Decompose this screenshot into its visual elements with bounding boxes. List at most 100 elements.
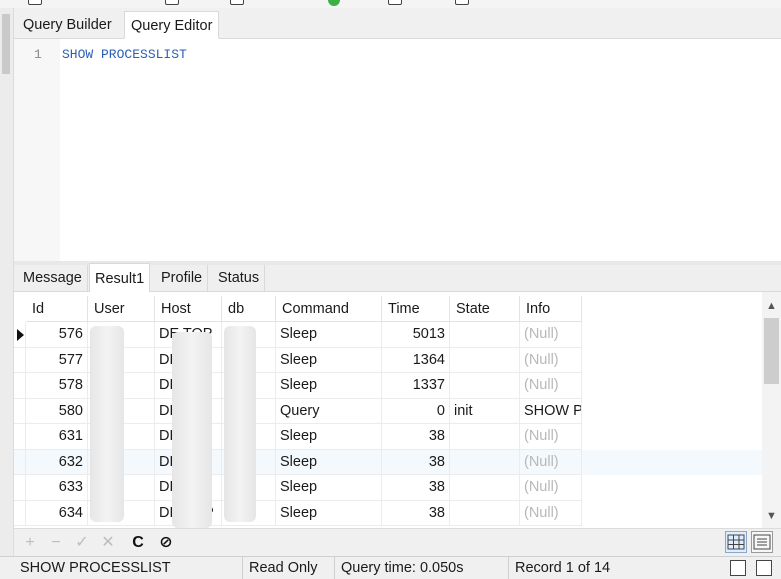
tab-message[interactable]: Message — [18, 265, 88, 292]
tab-profile[interactable]: Profile — [156, 265, 209, 292]
column-header[interactable]: Time — [382, 296, 450, 322]
column-header[interactable]: Info — [520, 296, 582, 322]
table-row[interactable]: 634roDES OPp sSleep38(Null) — [14, 500, 762, 526]
panel-left-icon[interactable] — [730, 560, 746, 576]
table-cell-id[interactable]: 634 — [26, 500, 88, 526]
table-row[interactable]: 578rDE TSleep1337(Null) — [14, 373, 762, 399]
table-cell-info[interactable]: (Null) — [520, 424, 582, 450]
table-row[interactable]: 577r tDE Tp sSleep1364(Null) — [14, 347, 762, 373]
row-indicator[interactable] — [14, 475, 26, 501]
editor-tab-bar: Query Builder Query Editor — [14, 8, 781, 39]
table-row[interactable]: 632 DE Sleep 38 (Null) — [14, 449, 762, 475]
tab-query-builder[interactable]: Query Builder — [17, 11, 118, 39]
table-cell-info[interactable]: (Null) — [520, 500, 582, 526]
redacted-region — [172, 332, 212, 528]
table-cell-state[interactable] — [450, 424, 520, 450]
table-cell-id[interactable]: 578 — [26, 373, 88, 399]
left-scrollbar[interactable] — [0, 8, 14, 557]
row-indicator[interactable] — [14, 398, 26, 424]
apply-changes-icon[interactable]: ✓ — [72, 532, 92, 554]
row-indicator[interactable] — [14, 449, 26, 475]
row-indicator[interactable] — [14, 373, 26, 399]
table-cell-info[interactable]: (Null) — [520, 449, 582, 475]
table-cell-time[interactable]: 38 — [382, 424, 450, 450]
tab-query-editor[interactable]: Query Editor — [124, 11, 220, 39]
table-cell-id[interactable]: 580 — [26, 398, 88, 424]
line-number-gutter: 1 — [14, 39, 60, 261]
tab-status[interactable]: Status — [213, 265, 266, 292]
column-header[interactable]: db — [222, 296, 276, 322]
toolbar-icon[interactable] — [230, 0, 244, 5]
add-record-icon[interactable]: + — [20, 532, 40, 554]
toolbar-icon[interactable] — [28, 0, 42, 5]
table-cell-id[interactable]: 631 — [26, 424, 88, 450]
stop-icon[interactable]: ⊘ — [156, 532, 176, 554]
row-indicator[interactable] — [14, 500, 26, 526]
grid-view-icon[interactable] — [725, 531, 747, 553]
table-row[interactable]: 580DE TQuery0initSHOW PI — [14, 398, 762, 424]
delete-record-icon[interactable]: − — [46, 532, 66, 554]
scroll-down-icon[interactable]: ▼ — [762, 506, 781, 526]
table-cell-time[interactable]: 5013 — [382, 322, 450, 348]
row-indicator[interactable] — [14, 424, 26, 450]
vertical-scrollbar[interactable]: ▲ ▼ — [762, 292, 781, 528]
scroll-thumb[interactable] — [2, 14, 10, 74]
toolbar-icon[interactable] — [455, 0, 469, 5]
form-view-icon[interactable] — [751, 531, 773, 553]
table-cell-info[interactable]: (Null) — [520, 373, 582, 399]
discard-changes-icon[interactable]: ✕ — [98, 532, 118, 554]
table-cell-id[interactable]: 633 — [26, 475, 88, 501]
table-cell-command[interactable]: Query — [276, 398, 382, 424]
column-header[interactable]: Command — [276, 296, 382, 322]
table-cell-info[interactable]: (Null) — [520, 475, 582, 501]
toolbar-icon[interactable] — [165, 0, 179, 5]
table-cell-info[interactable]: (Null) — [520, 347, 582, 373]
row-indicator[interactable] — [14, 322, 26, 348]
table-row[interactable]: 576DE TOPdsSleep5013(Null) — [14, 322, 762, 348]
column-header[interactable]: State — [450, 296, 520, 322]
table-cell-time[interactable]: 38 — [382, 449, 450, 475]
table-cell-time[interactable]: 38 — [382, 475, 450, 501]
row-indicator[interactable] — [14, 347, 26, 373]
refresh-icon[interactable]: C — [128, 532, 148, 554]
column-header[interactable]: Id — [32, 301, 44, 317]
table-cell-command[interactable]: Sleep — [276, 424, 382, 450]
run-icon[interactable] — [328, 0, 340, 6]
table-cell-state[interactable] — [450, 322, 520, 348]
table-cell-state[interactable] — [450, 347, 520, 373]
table-cell-info[interactable]: SHOW PI — [520, 398, 582, 424]
table-cell-state[interactable] — [450, 500, 520, 526]
table-cell-time[interactable]: 0 — [382, 398, 450, 424]
table-cell-state[interactable]: init — [450, 398, 520, 424]
code-line[interactable]: SHOW PROCESSLIST — [62, 47, 187, 62]
sql-editor[interactable]: 1 SHOW PROCESSLIST — [14, 39, 781, 261]
table-cell-id[interactable]: 576 — [26, 322, 88, 348]
table-cell-command[interactable]: Sleep — [276, 500, 382, 526]
tab-result1[interactable]: Result1 — [89, 263, 151, 293]
table-cell-state[interactable] — [450, 373, 520, 399]
table-cell-time[interactable]: 1364 — [382, 347, 450, 373]
table-row[interactable]: 633rDE PSleep38(Null) — [14, 475, 762, 501]
table-cell-info[interactable]: (Null) — [520, 322, 582, 348]
table-cell-command[interactable]: Sleep — [276, 347, 382, 373]
table-cell-command[interactable]: Sleep — [276, 475, 382, 501]
panel-right-icon[interactable] — [756, 560, 772, 576]
result-grid[interactable]: Id User Host db Command Time State Info … — [14, 292, 762, 528]
table-cell-id[interactable]: 632 — [26, 449, 88, 475]
table-cell-command[interactable]: Sleep — [276, 373, 382, 399]
table-cell-state[interactable] — [450, 475, 520, 501]
table-cell-command[interactable]: Sleep — [276, 449, 382, 475]
table-cell-time[interactable]: 1337 — [382, 373, 450, 399]
column-header[interactable]: User — [88, 296, 155, 322]
status-query-time: Query time: 0.050s — [335, 557, 509, 579]
scroll-up-icon[interactable]: ▲ — [762, 296, 781, 316]
table-cell-time[interactable]: 38 — [382, 500, 450, 526]
column-header[interactable]: Host — [155, 296, 222, 322]
table-row[interactable]: 631DE TSleep38(Null) — [14, 424, 762, 450]
table-cell-id[interactable]: 577 — [26, 347, 88, 373]
table-cell-state[interactable] — [450, 449, 520, 475]
table-cell-command[interactable]: Sleep — [276, 322, 382, 348]
scroll-thumb[interactable] — [764, 318, 779, 384]
toolbar-icon[interactable] — [388, 0, 402, 5]
grid-toolbar: + − ✓ ✕ C ⊘ — [14, 528, 781, 556]
